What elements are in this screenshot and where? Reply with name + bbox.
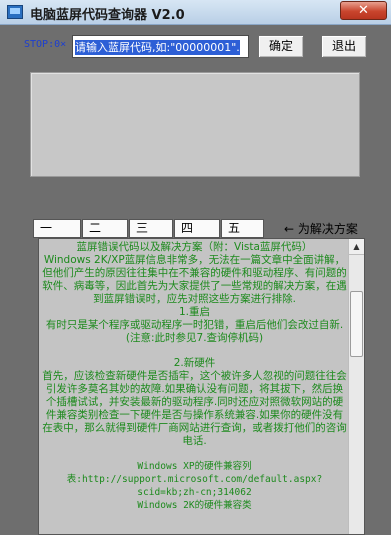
solution-content: 蓝屏错误代码以及解决方案（附：Vista蓝屏代码） Windows 2K/XP蓝… bbox=[39, 239, 349, 512]
scrollbar-thumb[interactable] bbox=[350, 291, 363, 357]
tab-3[interactable]: 三 bbox=[129, 219, 173, 238]
section-hardware-body: 首先，应该检查新硬件是否插牢，这个被许多人忽视的问题往往会引发许多莫名其妙的故障… bbox=[42, 370, 347, 447]
content-intro: Windows 2K/XP蓝屏信息非常多，无法在一篇文章中全面讲解，但他们产生的… bbox=[42, 254, 347, 305]
close-button[interactable]: ✕ bbox=[340, 1, 387, 20]
tabs-hint-label: ← 为解决方案 bbox=[284, 222, 358, 236]
section-hardware-title: 2.新硬件 bbox=[173, 357, 216, 369]
title-bar[interactable]: 电脑蓝屏代码查询器 V2.0 ✕ bbox=[0, 0, 391, 25]
section-restart-body: 有时只是某个程序或驱动程序一时犯错，重启后他们会改过自新.(注意:此时参见7.查… bbox=[45, 319, 344, 344]
bluescreen-code-input[interactable]: 请输入蓝屏代码,如:"00000001". bbox=[72, 35, 249, 58]
tab-2[interactable]: 二 bbox=[82, 219, 128, 238]
confirm-button[interactable]: 确定 bbox=[258, 35, 304, 58]
section-restart-title: 1.重启 bbox=[178, 306, 211, 318]
app-window-icon bbox=[7, 5, 23, 19]
vertical-scrollbar[interactable]: ▲ bbox=[348, 239, 364, 534]
scroll-up-arrow-icon[interactable]: ▲ bbox=[349, 239, 364, 255]
xp-compat-list-link: Windows XP的硬件兼容列表:http://support.microso… bbox=[66, 461, 323, 498]
code-input-text: 请输入蓝屏代码,如:"00000001". bbox=[75, 40, 240, 55]
solution-text-area[interactable]: 蓝屏错误代码以及解决方案（附：Vista蓝屏代码） Windows 2K/XP蓝… bbox=[38, 238, 365, 535]
w2k-compat-title: Windows 2K的硬件兼容类 bbox=[137, 500, 252, 511]
app-window: 电脑蓝屏代码查询器 V2.0 ✕ STOP:0× 请输入蓝屏代码,如:"0000… bbox=[0, 0, 391, 535]
tab-5[interactable]: 五 bbox=[221, 219, 264, 238]
tab-4[interactable]: 四 bbox=[174, 219, 220, 238]
tab-1[interactable]: 一 bbox=[33, 219, 81, 238]
result-display-panel bbox=[30, 72, 360, 177]
stop-code-prefix: STOP:0× bbox=[24, 39, 67, 50]
window-title: 电脑蓝屏代码查询器 V2.0 bbox=[30, 8, 185, 23]
content-heading: 蓝屏错误代码以及解决方案（附：Vista蓝屏代码） bbox=[76, 241, 313, 253]
exit-button[interactable]: 退出 bbox=[321, 35, 367, 58]
